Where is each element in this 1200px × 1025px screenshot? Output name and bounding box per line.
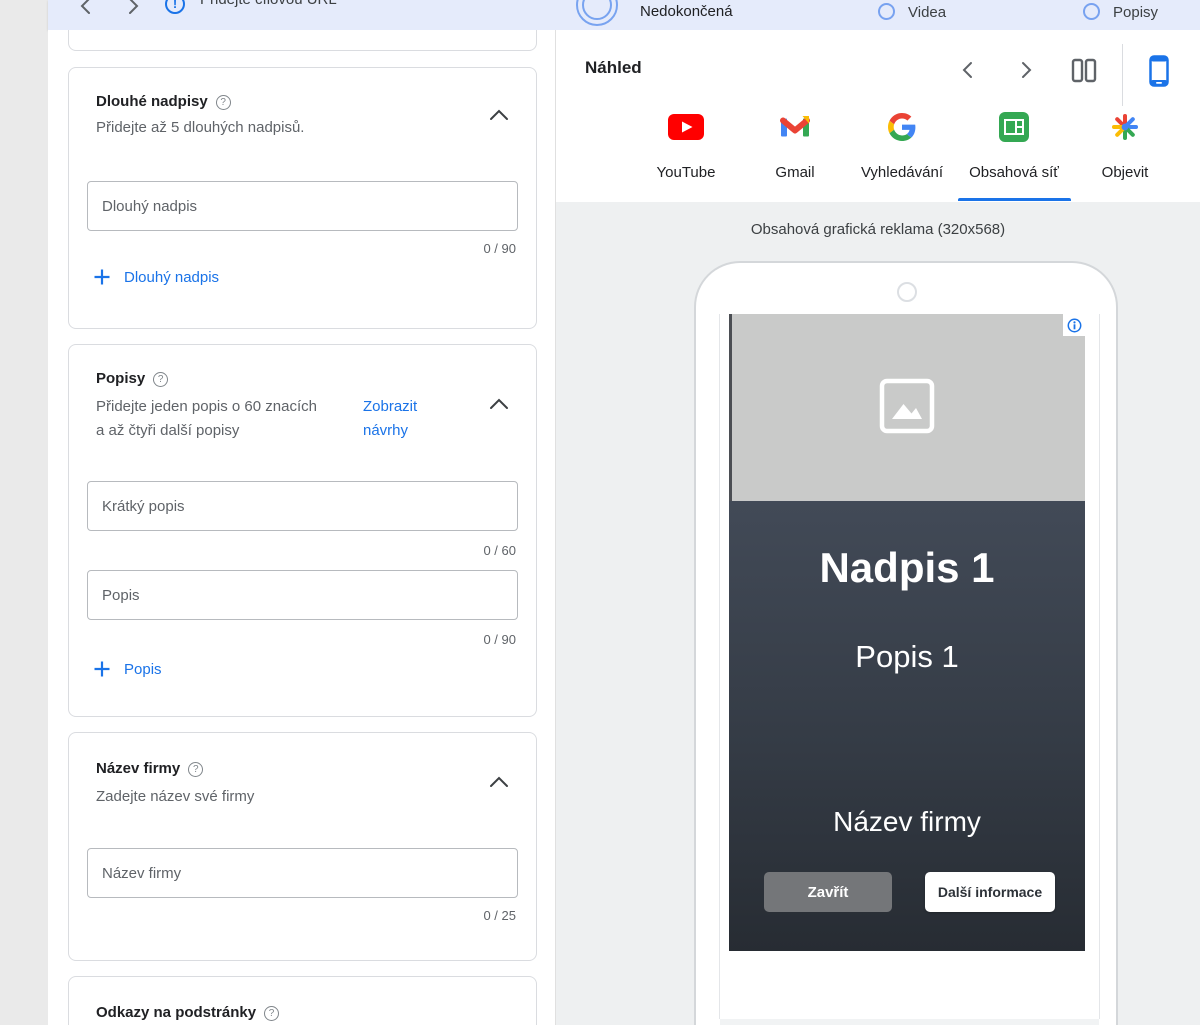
add-description-label: Popis <box>124 661 162 678</box>
tab-display-network[interactable]: Obsahová síť <box>954 110 1074 202</box>
preview-area: Obsahová grafická reklama (320x568) <box>556 202 1200 1025</box>
preview-title: Náhled <box>585 58 642 78</box>
display-ad-preview: Nadpis 1 Popis 1 Název firmy Zavřít Dalš… <box>729 314 1085 951</box>
sitelinks-title: Odkazy na podstránky? <box>96 1004 279 1021</box>
help-icon[interactable]: ? <box>264 1006 279 1021</box>
help-icon[interactable]: ? <box>216 95 231 110</box>
adchoices-badge[interactable] <box>1063 314 1085 336</box>
tab-youtube[interactable]: YouTube <box>626 110 746 202</box>
long-headlines-subtitle: Přidejte až 5 dlouhých nadpisů. <box>96 116 304 140</box>
ad-scrollbar <box>729 314 732 501</box>
tab-search[interactable]: Vyhledávání <box>842 110 962 202</box>
help-icon[interactable]: ? <box>153 372 168 387</box>
discover-icon <box>1111 112 1139 142</box>
preview-next-icon[interactable] <box>1018 61 1034 79</box>
gmail-icon <box>779 112 811 142</box>
url-prompt-text: Přidejte cílovou URL <box>200 0 337 10</box>
description-input[interactable] <box>87 570 518 620</box>
google-icon <box>888 112 916 142</box>
card-sitelinks: Odkazy na podstránky? <box>68 976 537 1025</box>
business-name-counter: 0 / 25 <box>483 908 516 923</box>
screen-edge-right <box>1099 314 1100 1019</box>
screen-edge-left <box>719 314 720 1019</box>
adchoices-info-icon <box>1067 318 1082 333</box>
info-icon: ! <box>165 0 185 14</box>
show-suggestions-link[interactable]: Zobrazit návrhy <box>363 395 455 443</box>
side-by-side-view-icon[interactable] <box>1071 58 1097 83</box>
draft-status-label: Nedokončená <box>640 3 733 20</box>
step-radio-videa[interactable] <box>878 3 895 20</box>
top-status-bar: ! Přidejte cílovou URL Nedokončená Videa… <box>48 0 1200 30</box>
card-long-headlines: Dlouhé nadpisy? Přidejte až 5 dlouhých n… <box>68 67 537 329</box>
selected-tab-underline <box>958 198 1071 201</box>
ad-headline: Nadpis 1 <box>729 544 1085 592</box>
business-name-title: Název firmy? <box>96 760 203 777</box>
card-descriptions: Popisy? Přidejte jeden popis o 60 znacíc… <box>68 344 537 717</box>
phone-camera <box>897 282 917 302</box>
description-counter: 0 / 90 <box>483 632 516 647</box>
add-long-headline-button[interactable]: Dlouhý nadpis <box>93 268 219 286</box>
business-name-input[interactable] <box>87 848 518 898</box>
business-name-subtitle: Zadejte název své firmy <box>96 785 254 809</box>
long-headline-input[interactable] <box>87 181 518 231</box>
long-headlines-title: Dlouhé nadpisy? <box>96 93 231 110</box>
ad-form-panel: Dlouhé nadpisy? Přidejte až 5 dlouhých n… <box>48 30 556 1025</box>
image-placeholder-icon <box>875 374 939 438</box>
plus-icon <box>93 268 111 286</box>
add-description-button[interactable]: Popis <box>93 660 162 678</box>
ad-image-placeholder <box>729 314 1085 501</box>
mobile-view-icon[interactable] <box>1149 55 1169 87</box>
long-headline-counter: 0 / 90 <box>483 241 516 256</box>
card-business-name: Název firmy? Zadejte název své firmy 0 /… <box>68 732 537 961</box>
page-left-gutter <box>0 0 48 1025</box>
plus-icon <box>93 660 111 678</box>
tab-gmail[interactable]: Gmail <box>735 110 855 202</box>
forward-arrow-icon[interactable] <box>125 0 141 15</box>
add-long-headline-label: Dlouhý nadpis <box>124 269 219 286</box>
collapse-chevron-icon[interactable] <box>488 775 510 789</box>
phone-mockup: Nadpis 1 Popis 1 Název firmy Zavřít Dalš… <box>694 261 1118 1025</box>
ad-business-name: Název firmy <box>729 806 1085 838</box>
short-description-counter: 0 / 60 <box>483 543 516 558</box>
google-ads-ad-editor: ! Přidejte cílovou URL Nedokončená Videa… <box>0 0 1200 1025</box>
collapse-chevron-icon[interactable] <box>488 108 510 122</box>
back-arrow-icon[interactable] <box>78 0 94 15</box>
display-network-icon <box>999 112 1029 142</box>
preview-caption: Obsahová grafická reklama (320x568) <box>556 221 1200 238</box>
ad-description: Popis 1 <box>729 639 1085 675</box>
descriptions-subtitle-line2: a až čtyři další popisy <box>96 419 239 443</box>
short-description-input[interactable] <box>87 481 518 531</box>
descriptions-title: Popisy? <box>96 370 168 387</box>
card-partial-top <box>68 30 537 51</box>
step-radio-popisy[interactable] <box>1083 3 1100 20</box>
preview-panel: Náhled YouTube <box>556 30 1200 1025</box>
descriptions-subtitle-line1: Přidejte jeden popis o 60 znacích <box>96 395 317 419</box>
step-label-popisy[interactable]: Popisy <box>1113 4 1158 21</box>
ad-cta-button[interactable]: Další informace <box>925 872 1055 912</box>
step-label-videa[interactable]: Videa <box>908 4 946 21</box>
screen-bottom-strip <box>720 1019 1099 1025</box>
header-divider <box>1122 44 1123 106</box>
tab-discover[interactable]: Objevit <box>1065 110 1185 202</box>
preview-prev-icon[interactable] <box>960 61 976 79</box>
youtube-icon <box>668 112 704 142</box>
ad-close-button[interactable]: Zavřít <box>764 872 892 912</box>
ad-body: Nadpis 1 Popis 1 Název firmy Zavřít Dalš… <box>729 501 1085 951</box>
help-icon[interactable]: ? <box>188 762 203 777</box>
collapse-chevron-icon[interactable] <box>488 397 510 411</box>
